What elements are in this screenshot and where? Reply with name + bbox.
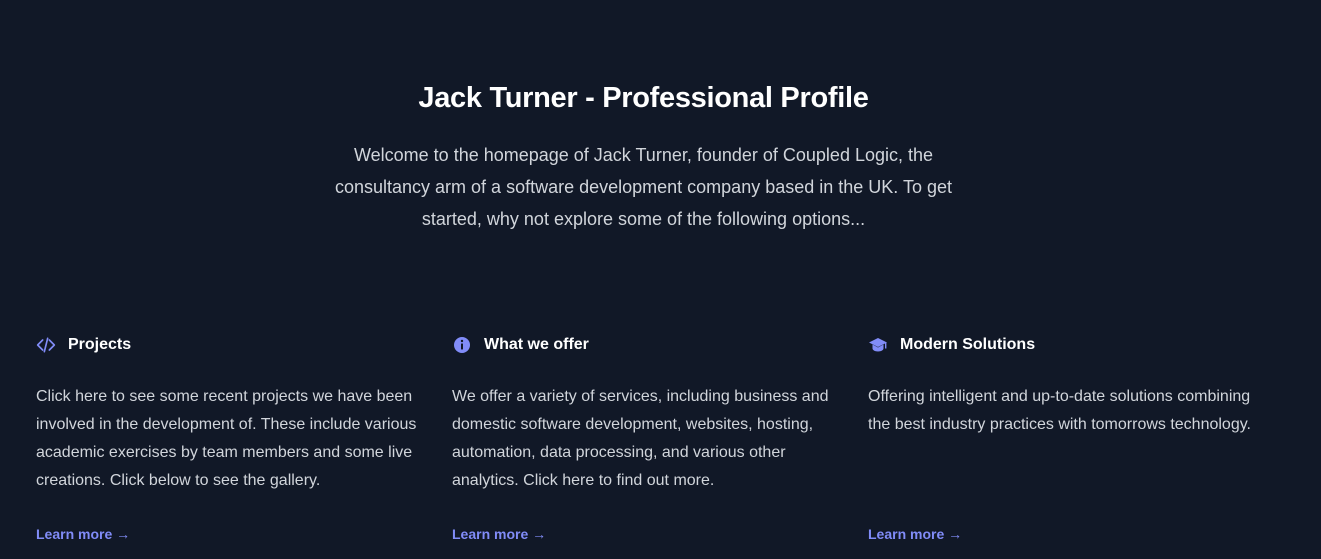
- feature-header: Modern Solutions: [868, 333, 1258, 357]
- feature-modern-solutions: Modern Solutions Offering intelligent an…: [868, 333, 1258, 542]
- feature-title: What we offer: [484, 336, 589, 353]
- feature-projects: Projects Click here to see some recent p…: [36, 333, 426, 542]
- feature-description: We offer a variety of services, includin…: [452, 388, 829, 489]
- feature-title: Projects: [68, 336, 132, 353]
- graduation-cap-icon: [868, 335, 888, 355]
- feature-header: What we offer: [452, 333, 842, 357]
- learn-more-link[interactable]: Learn more →: [36, 524, 130, 544]
- learn-more-link[interactable]: Learn more →: [868, 524, 962, 544]
- intro-paragraph: Welcome to the homepage of Jack Turner, …: [334, 145, 952, 229]
- info-circle-icon: [452, 335, 472, 355]
- code-icon: [36, 335, 56, 355]
- hero-section: Jack Turner - Professional Profile Welco…: [0, 78, 1287, 235]
- feature-what-we-offer: What we offer We offer a variety of serv…: [452, 333, 842, 542]
- feature-description: Offering intelligent and up-to-date solu…: [868, 388, 1251, 433]
- page: Jack Turner - Professional Profile Welco…: [0, 0, 1321, 559]
- feature-description: Click here to see some recent projects w…: [36, 388, 417, 489]
- feature-header: Projects: [36, 333, 426, 357]
- learn-more-link[interactable]: Learn more →: [452, 524, 546, 544]
- feature-title: Modern Solutions: [900, 336, 1036, 353]
- page-title: Jack Turner - Professional Profile: [418, 82, 869, 114]
